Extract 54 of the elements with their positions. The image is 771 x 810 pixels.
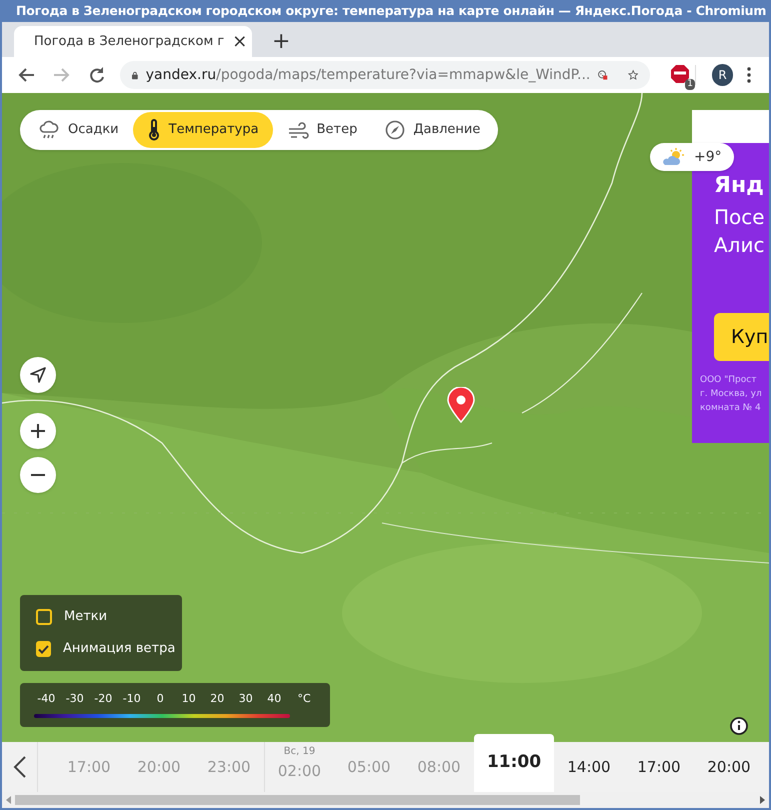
layer-tab[interactable]: Давление [371,112,494,148]
layer-tab[interactable]: Осадки [24,112,133,148]
thermometer-icon [146,119,161,141]
address-bar[interactable]: yandex.ru/pogoda/maps/temperature?via=mmapw&le_WindP... [120,61,650,89]
weather-marker: +9° [650,143,734,171]
ad-text: Посе [714,204,766,231]
time-slot[interactable]: 20:00 [694,742,764,792]
checkbox-label[interactable]: Анимация ветра [63,639,176,659]
scrollbar-thumb[interactable] [15,795,580,805]
ad-legal-text: ООО "Прост [700,374,758,387]
scale-label: -10 [122,691,142,707]
checkbox[interactable] [36,609,52,625]
info-icon[interactable] [730,717,748,735]
extension-badge: 1 [685,79,696,90]
scale-label: -40 [36,691,56,707]
ad-legal-text: г. Москва, ул [700,388,763,401]
wind-icon [286,121,309,139]
ad-headline: Янд [714,172,765,200]
time-slot[interactable]: 17:00 [624,742,694,792]
ad-text: Алис [714,232,766,259]
tab-title: Погода в Зеленоградском г [34,32,224,51]
checkbox[interactable] [36,641,51,657]
layer-tab[interactable]: Температура [132,112,273,148]
rain-cloud-icon [38,120,60,140]
scale-label: 30 [238,691,254,707]
scale-label: -20 [93,691,114,707]
compass-icon [385,120,406,140]
day-label: Вс, 19 [284,745,316,759]
time-slot[interactable]: 11:00 [474,734,554,792]
chevron-left-icon [12,755,26,779]
scale-unit: °C [298,691,311,707]
new-tab-button[interactable]: + [264,31,298,53]
layer-tab[interactable]: Ветер [272,112,372,148]
profile-avatar[interactable]: R [712,64,733,86]
url-text: yandex.ru/pogoda/maps/temperature?via=mmapw&le_WindP... [146,66,590,84]
location-pin-icon [446,387,476,423]
scale-label: 40 [266,691,282,707]
checkbox-label[interactable]: Метки [64,607,108,627]
partly-cloudy-icon [662,148,686,166]
navigation-icon [29,366,47,384]
scale-label: 10 [180,691,197,707]
zoom-in-icon [30,423,46,439]
ad-legal-text: комната № 4 [700,402,762,415]
time-slot[interactable]: 14:00 [554,742,624,792]
scroll-right-icon[interactable] [760,796,765,804]
adblock-icon[interactable] [670,64,690,84]
ad-button[interactable]: Куп [714,313,769,361]
window-title: Погода в Зеленоградском городском округе: температура на карте онлайн — Яндекс.Погода - Chromium [16,2,766,20]
scale-label: 20 [209,691,226,707]
scale-label: 0 [156,691,165,707]
tab-close-button[interactable]: × [232,32,248,50]
horizontal-scrollbar[interactable] [2,792,769,808]
scale-label: -30 [64,691,85,707]
browser-tab[interactable]: Погода в Зеленоградском г × [14,26,252,57]
